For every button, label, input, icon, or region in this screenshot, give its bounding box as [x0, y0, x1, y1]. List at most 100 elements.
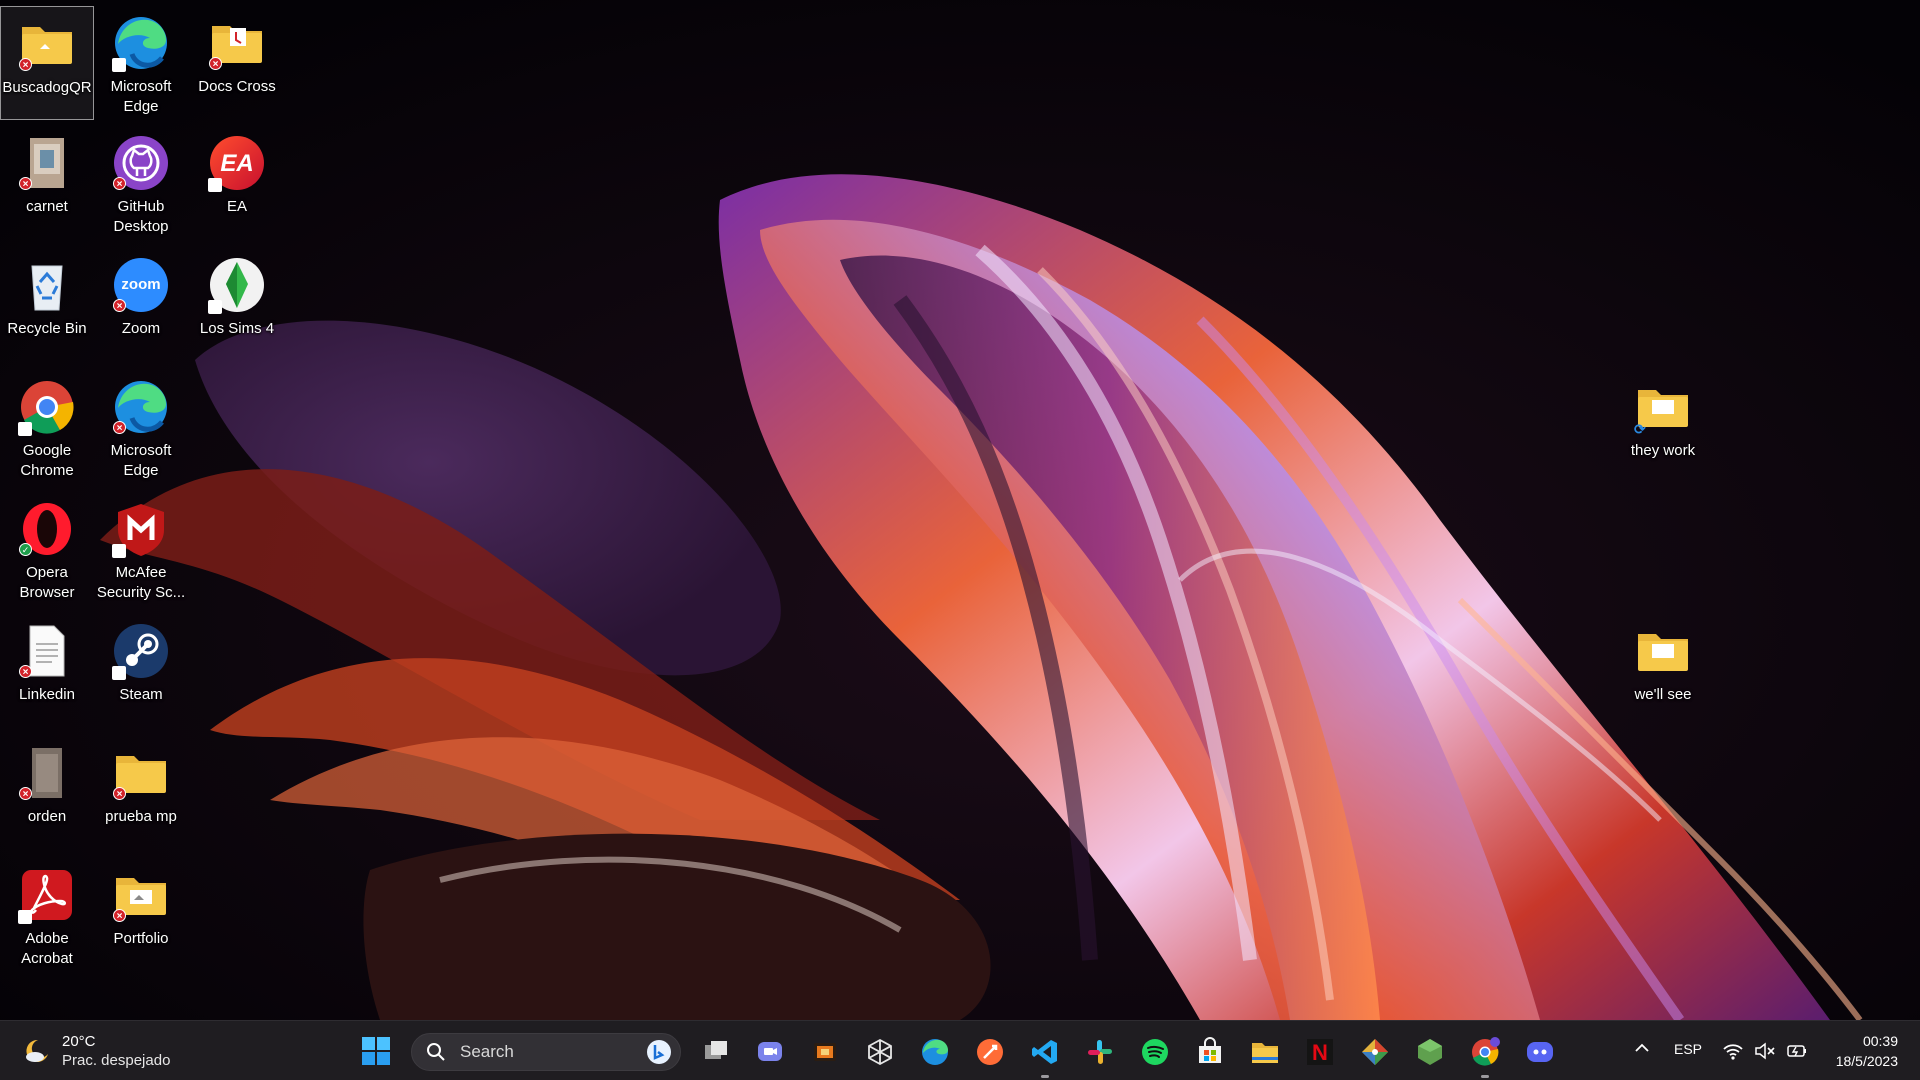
system-tray-icons[interactable]	[1722, 1039, 1808, 1063]
zoom-icon-text: zoom	[121, 276, 160, 293]
taskbar-file-explorer[interactable]	[1246, 1033, 1284, 1071]
taskbar-git[interactable]	[1356, 1033, 1394, 1071]
error-badge-icon: ×	[113, 299, 126, 312]
partly-cloudy-moon-icon	[26, 1039, 48, 1062]
taskbar-postman[interactable]	[971, 1033, 1009, 1071]
taskbar-network-app[interactable]	[861, 1033, 899, 1071]
error-badge-icon: ×	[19, 58, 32, 71]
desktop-icon-docs-cross[interactable]: × Docs Cross	[190, 6, 284, 120]
microsoft-edge-icon	[922, 1039, 948, 1065]
taskbar-vscode[interactable]	[1026, 1033, 1064, 1078]
taskbar-microsoft-edge[interactable]	[916, 1033, 954, 1071]
taskbar-discord[interactable]	[1521, 1033, 1559, 1071]
text-file-icon: ×	[18, 622, 76, 680]
desktop-icon-microsoft-edge[interactable]: Microsoft Edge	[94, 6, 188, 120]
desktop-icon-label: they work	[1630, 442, 1696, 459]
error-badge-icon: ×	[113, 421, 126, 434]
sync-icon: ⟳	[1634, 421, 1646, 437]
desktop-icon-label: Opera Browser	[19, 564, 75, 601]
desktop-icon-well-see[interactable]: we'll see	[1616, 614, 1710, 728]
desktop-icon-mcafee[interactable]: McAfee Security Sc...	[94, 492, 188, 606]
windows-logo-icon	[362, 1037, 390, 1065]
desktop-icon-they-work[interactable]: ⟳ they work	[1616, 370, 1710, 484]
taskbar-spotify[interactable]	[1136, 1033, 1174, 1071]
desktop-icon-buscadogqr[interactable]: × BuscadogQR	[0, 6, 94, 120]
mcafee-shield-icon	[112, 500, 170, 558]
desktop-icon-ea[interactable]: EA EA	[190, 126, 284, 240]
taskbar-google-chrome[interactable]	[1466, 1033, 1504, 1078]
image-file-icon: ×	[18, 134, 76, 192]
node-js-icon	[1418, 1039, 1442, 1065]
desktop-icon-prueba-mp[interactable]: × prueba mp	[94, 736, 188, 850]
taskbar-node-js[interactable]	[1411, 1033, 1449, 1071]
taskbar-photo-editor[interactable]	[806, 1033, 844, 1071]
show-hidden-icons-chevron-up-icon[interactable]	[1632, 1039, 1652, 1063]
google-chrome-icon	[1472, 1037, 1500, 1066]
desktop-icon-steam[interactable]: Steam	[94, 614, 188, 728]
desktop-icon-adobe-acrobat[interactable]: Adobe Acrobat	[0, 858, 94, 972]
desktop-icon-google-chrome[interactable]: Google Chrome	[0, 370, 94, 484]
desktop-icon-label: Linkedin	[19, 686, 75, 703]
input-language-indicator[interactable]: ESP	[1674, 1041, 1702, 1057]
desktop-icon-label: carnet	[26, 198, 68, 215]
ea-icon: EA	[208, 134, 266, 192]
network-graph-icon	[868, 1038, 892, 1066]
desktop-icon-label: we'll see	[1634, 686, 1692, 703]
desktop-icon-carnet[interactable]: × carnet	[0, 126, 94, 240]
microsoft-edge-icon: ×	[112, 378, 170, 436]
taskbar-microsoft-store[interactable]	[1191, 1033, 1229, 1071]
battery-charging-icon[interactable]	[1786, 1039, 1808, 1063]
bing-icon[interactable]	[646, 1039, 672, 1065]
netflix-icon: N	[1307, 1039, 1333, 1065]
error-badge-icon: ×	[113, 177, 126, 190]
slack-icon	[1088, 1040, 1112, 1064]
image-file-icon: ×	[18, 744, 76, 802]
error-badge-icon: ×	[113, 909, 126, 922]
netflix-letter: N	[1312, 1040, 1328, 1065]
photo-editor-icon	[814, 1043, 836, 1061]
teams-chat-icon	[758, 1042, 782, 1061]
desktop-icon-label: orden	[27, 808, 67, 825]
spotify-icon	[1142, 1039, 1168, 1065]
folder-icon: ×	[18, 15, 76, 73]
desktop-icon-label: EA	[226, 198, 247, 215]
error-badge-icon: ×	[113, 787, 126, 800]
taskbar-slack[interactable]	[1081, 1033, 1119, 1071]
shortcut-arrow-icon	[18, 422, 32, 436]
search-icon	[427, 1043, 445, 1061]
taskbar: 20°C Prac. despejado Search N ESP 00:39 …	[0, 1020, 1920, 1080]
taskbar-teams-chat[interactable]	[751, 1033, 789, 1071]
wifi-icon[interactable]	[1722, 1039, 1744, 1063]
desktop-icon-label: prueba mp	[105, 808, 177, 825]
taskbar-search-box[interactable]: Search	[411, 1033, 681, 1071]
folder-icon: ×	[112, 866, 170, 924]
postman-icon	[977, 1039, 1003, 1065]
folder-icon: ×	[208, 14, 266, 72]
desktop-icon-zoom[interactable]: zoom × Zoom	[94, 248, 188, 362]
error-badge-icon: ×	[19, 787, 32, 800]
system-clock[interactable]: 00:39 18/5/2023	[1836, 1031, 1898, 1071]
taskbar-task-view[interactable]	[697, 1033, 735, 1071]
desktop-icon-microsoft-edge-2[interactable]: × Microsoft Edge	[94, 370, 188, 484]
desktop-icon-recycle-bin[interactable]: Recycle Bin	[0, 248, 94, 362]
desktop-icon-label: Google Chrome	[20, 442, 74, 479]
start-button[interactable]	[360, 1035, 392, 1067]
desktop-icon-github-desktop[interactable]: × GitHub Desktop	[94, 126, 188, 240]
weather-temperature: 20°C	[62, 1033, 96, 1050]
desktop-icon-opera[interactable]: ✓ Opera Browser	[0, 492, 94, 606]
shortcut-arrow-icon	[112, 544, 126, 558]
volume-muted-icon[interactable]	[1754, 1039, 1776, 1063]
taskbar-netflix[interactable]: N	[1301, 1033, 1339, 1071]
error-badge-icon: ×	[19, 665, 32, 678]
discord-icon	[1527, 1042, 1553, 1062]
weather-widget[interactable]: 20°C Prac. despejado	[22, 1029, 170, 1073]
zoom-icon: zoom ×	[112, 256, 170, 314]
desktop-wallpaper	[0, 0, 1920, 1020]
desktop-icon-los-sims-4[interactable]: Los Sims 4	[190, 248, 284, 362]
google-chrome-icon	[18, 378, 76, 436]
desktop-icon-portfolio[interactable]: × Portfolio	[94, 858, 188, 972]
desktop-icon-orden[interactable]: × orden	[0, 736, 94, 850]
desktop-icon-linkedin[interactable]: × Linkedin	[0, 614, 94, 728]
clock-time: 00:39	[1862, 1033, 1898, 1049]
weather-description: Prac. despejado	[62, 1052, 171, 1069]
